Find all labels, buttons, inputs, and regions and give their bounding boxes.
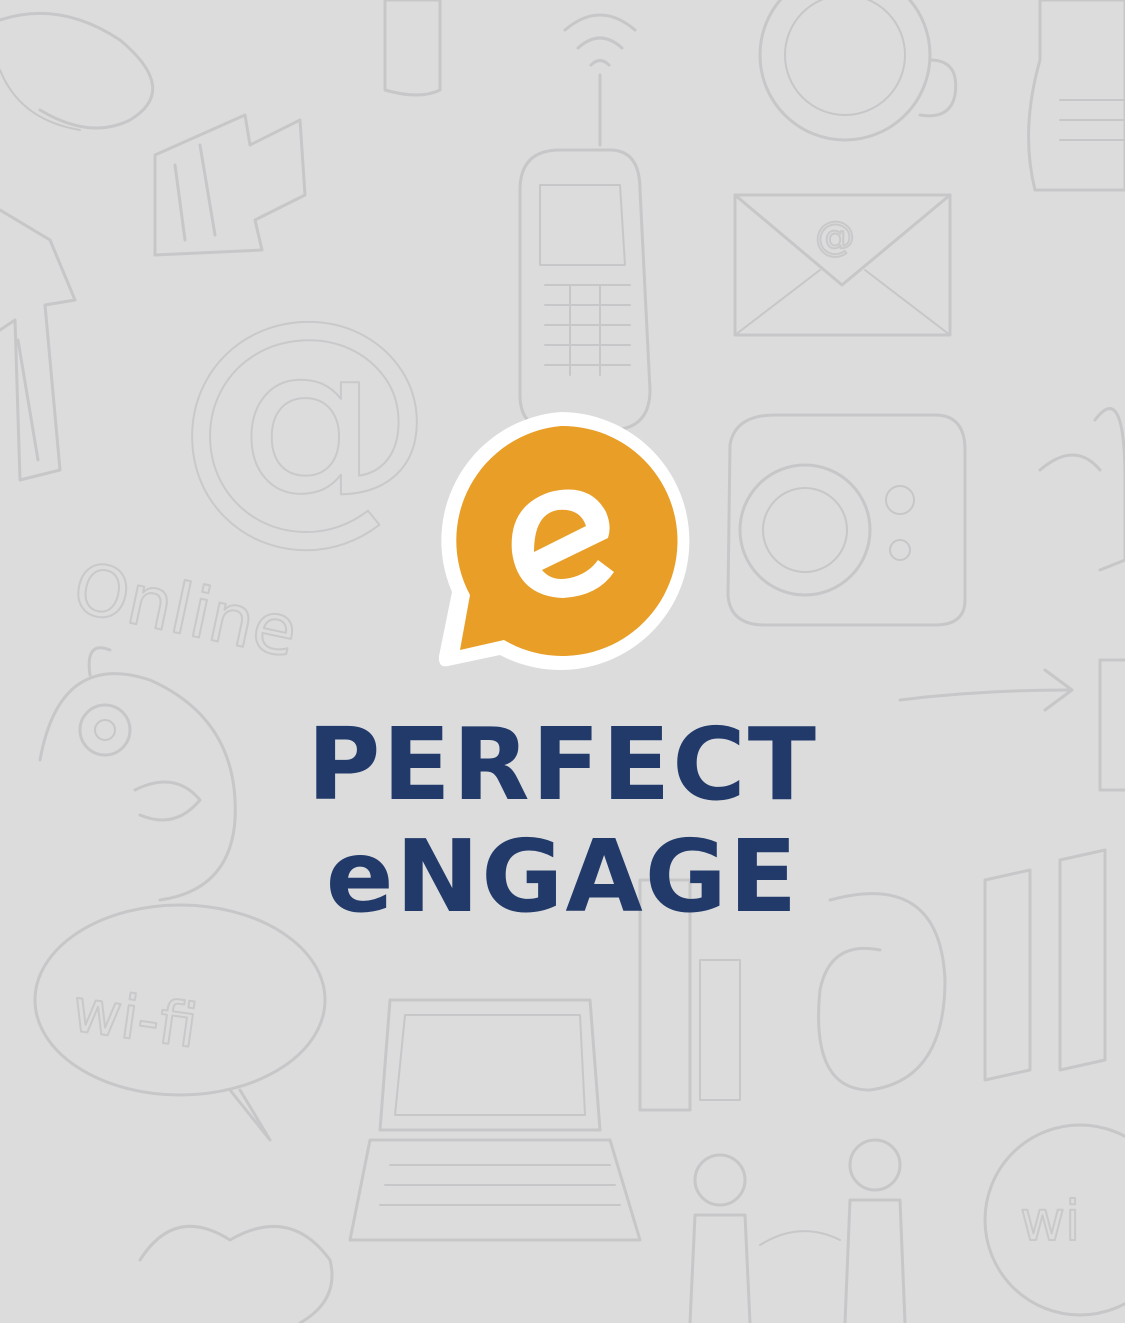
brand-wordmark: PERFECT eNGAGE <box>0 715 1125 927</box>
envelope-icon: @ <box>733 193 952 337</box>
top-left-doodle <box>0 11 155 131</box>
splash-screen: @ @ Online wi-fi wi PERFECT eNGAGE <box>0 0 1125 1323</box>
people-icon <box>688 1138 907 1323</box>
svg-text:wi: wi <box>1020 1189 1080 1253</box>
box-doodle <box>383 0 442 97</box>
svg-text:@: @ <box>815 214 855 260</box>
svg-text:@: @ <box>175 265 435 567</box>
camera-icon <box>726 413 967 627</box>
arrow-icon <box>153 113 307 257</box>
brand-logo-icon <box>438 412 690 670</box>
wi-bubble-right-doodle: wi <box>983 1123 1125 1317</box>
svg-text:wi-fi: wi-fi <box>68 976 202 1063</box>
laptop-top-right-icon <box>1027 0 1125 192</box>
coffee-cup-icon <box>758 0 958 142</box>
wifi-antenna-icon <box>563 13 637 147</box>
brand-name-line2: eNGAGE <box>325 818 800 935</box>
left-arrow-doodle <box>0 208 77 482</box>
cellphone-icon <box>518 148 652 432</box>
speech-bubble-icon: wi-fi <box>33 903 327 1142</box>
at-sign-icon: @ <box>174 264 436 568</box>
laptop-icon <box>348 998 642 1242</box>
heart-icon <box>138 1224 334 1323</box>
brand-name-line1: PERFECT <box>307 706 818 823</box>
